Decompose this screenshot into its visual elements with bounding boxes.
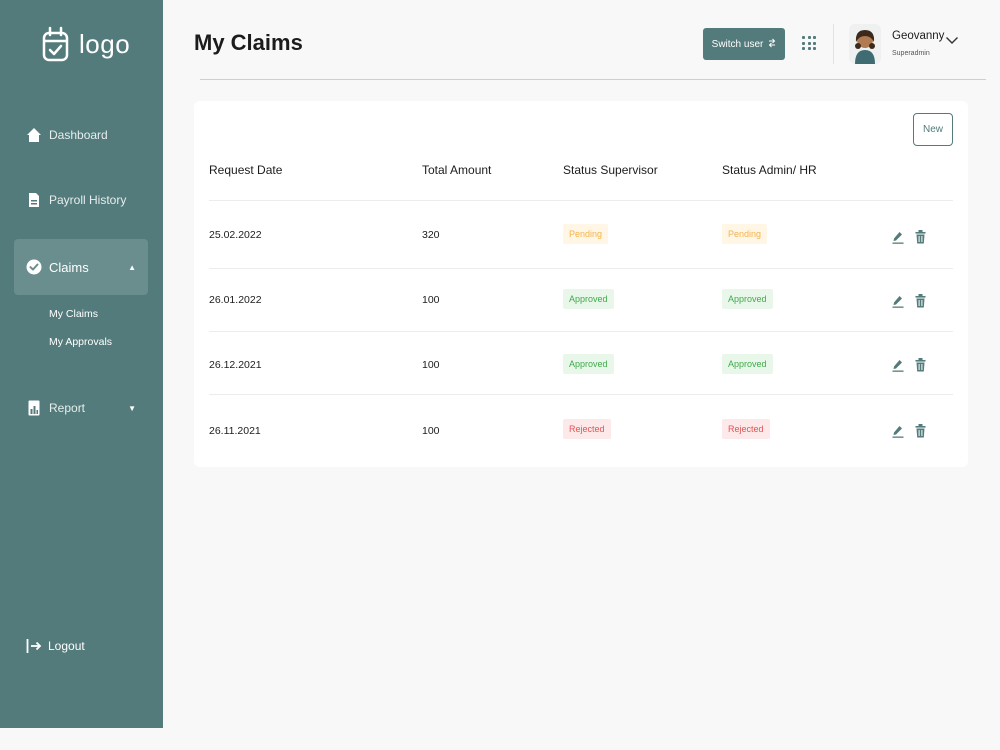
cell-request-date: 26.11.2021 (209, 425, 261, 437)
status-badge-supervisor: Rejected (563, 419, 611, 439)
sidebar-item-payroll-history[interactable]: Payroll History (14, 172, 148, 228)
switch-user-button[interactable]: Switch user (703, 28, 785, 60)
sidebar-item-dashboard[interactable]: Dashboard (14, 107, 148, 163)
sidebar-item-label: Report (49, 401, 86, 415)
document-icon (26, 192, 42, 208)
sidebar-subitem-my-approvals[interactable]: My Approvals (49, 336, 112, 348)
status-badge-supervisor: Pending (563, 224, 609, 244)
report-icon (26, 400, 42, 416)
status-badge-supervisor: Approved (563, 289, 614, 309)
row-divider (209, 331, 953, 332)
cell-total-amount: 100 (422, 359, 440, 371)
claims-card: New Request Date Total Amount Status Sup… (194, 101, 968, 467)
calendar-check-icon (42, 26, 69, 63)
edit-icon[interactable] (891, 229, 905, 245)
header-separator (200, 79, 986, 80)
cell-total-amount: 320 (422, 229, 440, 241)
trash-icon[interactable] (913, 229, 927, 245)
edit-icon[interactable] (891, 357, 905, 373)
header-divider (833, 24, 834, 64)
page-title: My Claims (194, 30, 303, 55)
trash-icon[interactable] (913, 423, 927, 439)
check-circle-icon (26, 259, 42, 275)
swap-icon (768, 38, 776, 51)
cell-total-amount: 100 (422, 425, 440, 437)
column-header-status-admin: Status Admin/ HR (722, 163, 817, 177)
new-claim-button[interactable]: New (913, 113, 953, 146)
trash-icon[interactable] (913, 357, 927, 373)
row-divider (209, 394, 953, 395)
logout-button[interactable]: Logout (26, 638, 85, 654)
apps-grid-icon[interactable] (802, 36, 816, 50)
trash-icon[interactable] (913, 293, 927, 309)
edit-icon[interactable] (891, 423, 905, 439)
logo-text: logo (79, 29, 131, 59)
chevron-down-icon[interactable] (945, 32, 959, 50)
status-badge-admin: Rejected (722, 419, 770, 439)
sidebar-item-label: Dashboard (49, 128, 108, 142)
avatar[interactable] (849, 24, 881, 64)
row-divider (209, 268, 953, 269)
user-name: Geovanny (892, 30, 945, 42)
logout-icon (26, 638, 42, 654)
column-header-total-amount: Total Amount (422, 163, 492, 177)
column-header-request-date: Request Date (209, 163, 283, 177)
cell-request-date: 26.12.2021 (209, 359, 262, 371)
home-icon (26, 127, 42, 143)
sidebar-item-label: Claims (49, 259, 89, 275)
caret-down-icon[interactable]: ▼ (128, 404, 136, 413)
status-badge-supervisor: Approved (563, 354, 614, 374)
user-role: Superadmin (892, 50, 930, 57)
cell-request-date: 25.02.2022 (209, 229, 262, 241)
logo[interactable]: logo (42, 26, 130, 63)
status-badge-admin: Pending (722, 224, 768, 244)
column-header-status-supervisor: Status Supervisor (563, 163, 658, 177)
caret-up-icon[interactable]: ▲ (128, 263, 136, 272)
status-badge-admin: Approved (722, 289, 773, 309)
switch-user-label: Switch user (711, 38, 764, 50)
cell-total-amount: 100 (422, 294, 440, 306)
sidebar-item-claims[interactable]: Claims ▲ (14, 239, 148, 295)
sidebar-subitem-my-claims[interactable]: My Claims (49, 308, 98, 320)
logout-label: Logout (48, 639, 85, 653)
cell-request-date: 26.01.2022 (209, 294, 262, 306)
sidebar-item-report[interactable]: Report ▼ (14, 380, 148, 436)
edit-icon[interactable] (891, 293, 905, 309)
status-badge-admin: Approved (722, 354, 773, 374)
sidebar-item-label: Payroll History (49, 193, 127, 207)
row-divider (209, 200, 953, 201)
sidebar: logo Dashboard Payroll History Claims ▲ … (0, 0, 163, 728)
